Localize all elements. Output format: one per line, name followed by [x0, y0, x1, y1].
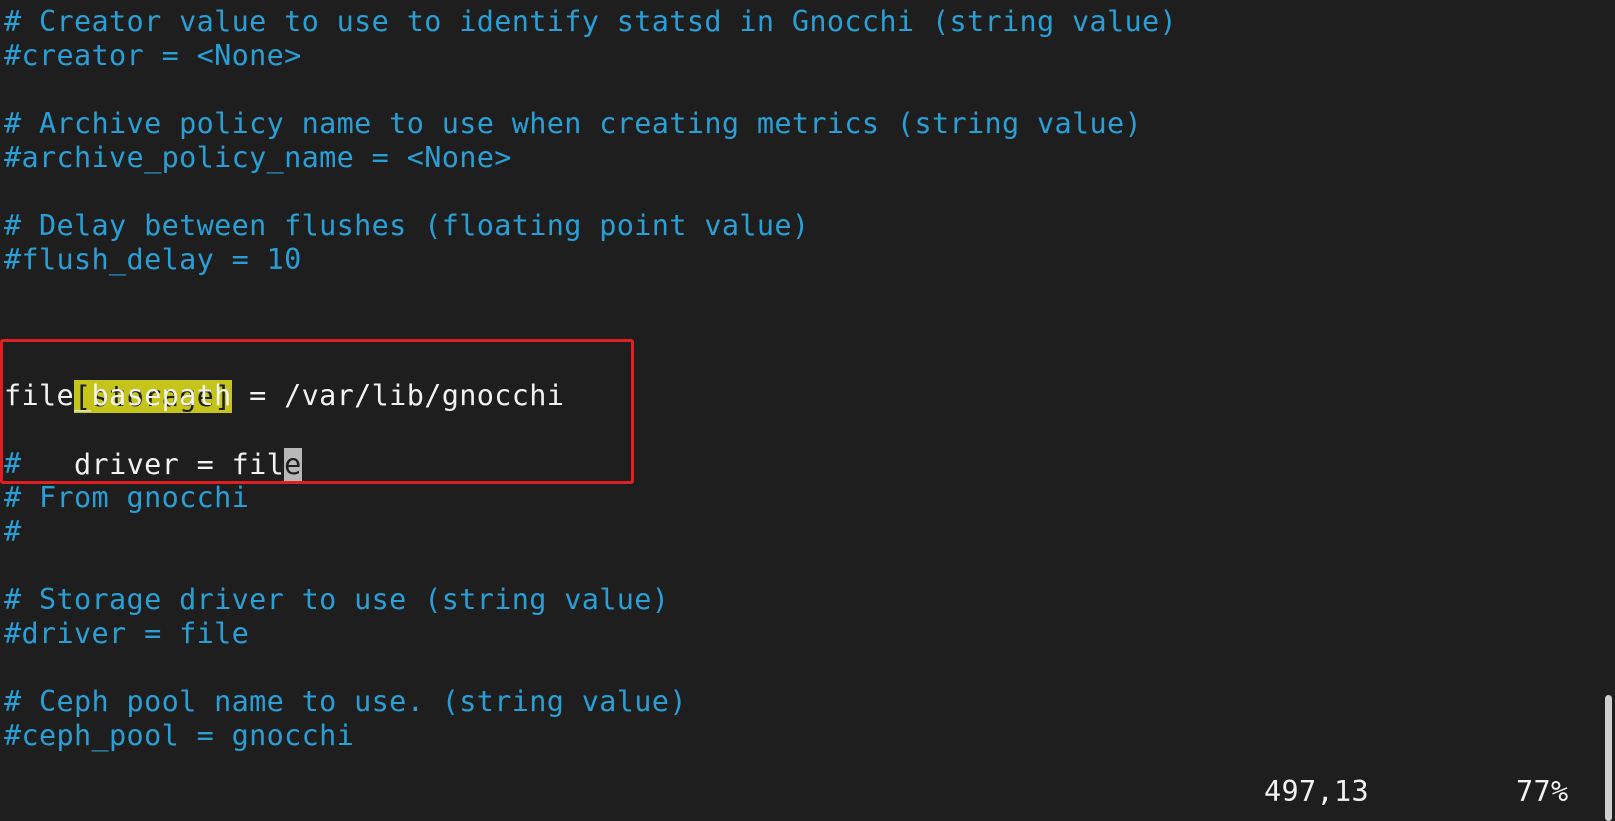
- comment-line: #creator = <None>: [4, 39, 302, 72]
- scrollbar-thumb[interactable]: [1605, 695, 1612, 821]
- cursor-position-indicator: 497,13: [1264, 775, 1370, 808]
- comment-line: # From gnocchi: [4, 481, 250, 514]
- comment-line: #ceph_pool = gnocchi: [4, 719, 355, 752]
- comment-line: #archive_policy_name = <None>: [4, 141, 512, 174]
- annotation-highlight-box: [0, 339, 634, 484]
- terminal-window[interactable]: # Creator value to use to identify stats…: [0, 0, 1615, 821]
- comment-line: # Storage driver to use (string value): [4, 583, 670, 616]
- comment-line: # Delay between flushes (floating point …: [4, 209, 810, 242]
- comment-line: # Ceph pool name to use. (string value): [4, 685, 687, 718]
- scroll-percent-indicator: 77%: [1516, 775, 1569, 808]
- comment-line: # Creator value to use to identify stats…: [4, 5, 1178, 38]
- vertical-scrollbar[interactable]: [1601, 0, 1615, 821]
- comment-line: # Archive policy name to use when creati…: [4, 107, 1143, 140]
- comment-line: #driver = file: [4, 617, 250, 650]
- comment-line: #: [4, 515, 22, 548]
- comment-line: #flush_delay = 10: [4, 243, 302, 276]
